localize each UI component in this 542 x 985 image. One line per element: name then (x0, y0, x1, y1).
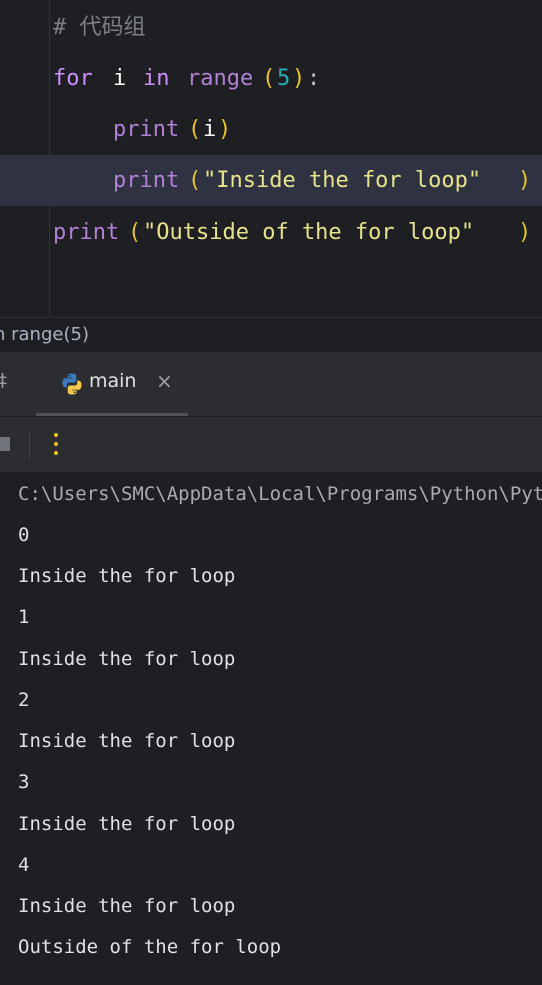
toolbar-divider (29, 431, 30, 459)
paren-close: ) (518, 168, 532, 193)
console-line: 2 (18, 689, 30, 711)
tab-main[interactable]: main × (36, 352, 188, 416)
function-print: print (113, 117, 180, 142)
console-line: 1 (18, 606, 30, 628)
python-icon (60, 372, 84, 396)
function-print: print (113, 168, 180, 193)
paren-open: ( (128, 220, 142, 245)
console-line: 4 (18, 854, 30, 876)
string-literal: "Inside the for loop" (203, 168, 482, 193)
code-line-5[interactable]: print ( "Outside of the for loop" ) (0, 207, 542, 258)
console-line: Inside the for loop (18, 648, 236, 670)
console-line: 0 (18, 524, 30, 546)
console-line: Inside the for loop (18, 895, 236, 917)
comment-token: # 代码组 (53, 15, 146, 40)
stop-icon[interactable] (0, 437, 10, 451)
breadcrumb-item[interactable]: n range(5) (0, 318, 89, 352)
code-line-3[interactable]: print ( i ) (0, 104, 542, 155)
variable-i: i (203, 117, 217, 142)
code-editor[interactable]: # 代码组 for i in range ( 5 ) : print ( i )… (0, 0, 542, 317)
run-toolbar (0, 416, 542, 472)
function-range: range (187, 66, 254, 91)
console-line: Inside the for loop (18, 813, 236, 835)
run-tab-bar: ‡ main × (0, 352, 542, 416)
console-line: Outside of the for loop (18, 936, 282, 958)
variable-i: i (113, 66, 127, 91)
breadcrumb[interactable]: n range(5) (0, 317, 542, 352)
number-literal: 5 (277, 66, 291, 91)
paren-open: ( (262, 66, 276, 91)
console-line: Inside the for loop (18, 565, 236, 587)
close-icon[interactable]: × (156, 369, 173, 393)
paren-close: ) (292, 66, 306, 91)
tab-main-label: main (89, 370, 137, 392)
console-line: Inside the for loop (18, 730, 236, 752)
paren-close: ) (218, 117, 232, 142)
console-line: 3 (18, 771, 30, 793)
string-literal: "Outside of the for loop" (143, 220, 475, 245)
function-print: print (53, 220, 120, 245)
code-line-1[interactable]: # 代码组 (0, 2, 542, 53)
console-line: C:\Users\SMC\AppData\Local\Programs\Pyth… (18, 483, 542, 505)
keyword-in: in (143, 66, 170, 91)
code-line-2[interactable]: for i in range ( 5 ) : (0, 53, 542, 104)
keyword-for: for (53, 66, 93, 91)
code-line-4-current[interactable]: print ( "Inside the for loop" ) (0, 155, 542, 206)
paren-close: ) (518, 220, 532, 245)
previous-tab-fragment[interactable]: ‡ (0, 370, 7, 391)
console-output[interactable]: C:\Users\SMC\AppData\Local\Programs\Pyth… (0, 472, 542, 985)
paren-open: ( (188, 117, 202, 142)
colon: : (307, 66, 321, 91)
more-vertical-icon[interactable] (49, 427, 63, 461)
paren-open: ( (188, 168, 202, 193)
